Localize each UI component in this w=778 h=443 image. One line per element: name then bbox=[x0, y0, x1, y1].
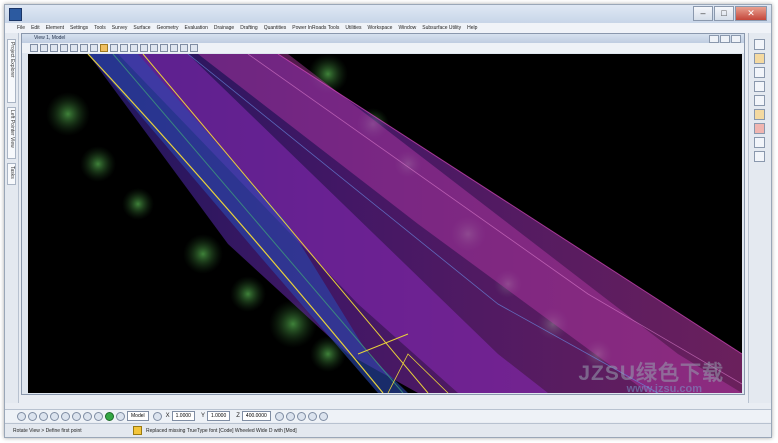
zoom-out-icon[interactable] bbox=[60, 44, 68, 52]
warning-icon[interactable] bbox=[133, 426, 142, 435]
view-maximize-button[interactable] bbox=[720, 35, 730, 43]
view-toolbar bbox=[22, 43, 744, 53]
menu-bar: File Edit Element Settings Tools Survey … bbox=[5, 23, 771, 33]
tab-tasks-label: Tasks bbox=[9, 166, 15, 179]
maximize-button[interactable]: □ bbox=[714, 6, 734, 21]
tab-left-pointer-view-label: Left Pointer View bbox=[9, 110, 15, 148]
display-style-icon[interactable] bbox=[150, 44, 158, 52]
app-icon[interactable] bbox=[9, 8, 22, 21]
place-text-icon[interactable] bbox=[754, 95, 765, 106]
title-bar: – □ ✕ bbox=[5, 5, 771, 23]
menu-surface[interactable]: Surface bbox=[133, 25, 150, 31]
close-button[interactable]: ✕ bbox=[735, 6, 767, 21]
clip-volume-icon[interactable] bbox=[140, 44, 148, 52]
menu-evaluation[interactable]: Evaluation bbox=[185, 25, 208, 31]
tab-tasks[interactable]: Tasks bbox=[7, 163, 16, 185]
accudraw-icon[interactable] bbox=[17, 411, 26, 421]
place-line-icon[interactable] bbox=[754, 53, 765, 64]
y-label: Y bbox=[200, 413, 205, 419]
zoom-in-icon[interactable] bbox=[50, 44, 58, 52]
menu-survey[interactable]: Survey bbox=[112, 25, 128, 31]
menu-help[interactable]: Help bbox=[467, 25, 477, 31]
x-label: X bbox=[165, 413, 170, 419]
z-coordinate-field[interactable]: 400.0000 bbox=[241, 411, 271, 421]
view-previous-icon[interactable] bbox=[110, 44, 118, 52]
draw-curve-icon[interactable] bbox=[296, 411, 306, 421]
delete-icon[interactable] bbox=[307, 411, 317, 421]
delete-element-icon[interactable] bbox=[754, 123, 765, 134]
redo-icon[interactable] bbox=[72, 411, 81, 421]
view-next-icon[interactable] bbox=[120, 44, 128, 52]
watermark-url: www.jzsu.com bbox=[626, 383, 702, 393]
window-area-icon[interactable] bbox=[70, 44, 78, 52]
menu-utilities[interactable]: Utilities bbox=[345, 25, 361, 31]
view-minimize-button[interactable] bbox=[709, 35, 719, 43]
menu-settings[interactable]: Settings bbox=[70, 25, 88, 31]
walk-icon[interactable] bbox=[170, 44, 178, 52]
draw-line-icon[interactable] bbox=[274, 411, 284, 421]
draw-arc-icon[interactable] bbox=[285, 411, 295, 421]
rotate-view-icon[interactable] bbox=[90, 44, 98, 52]
status-bar: Rotate View > Define first point Replace… bbox=[5, 423, 771, 437]
copy-view-icon[interactable] bbox=[130, 44, 138, 52]
camera-icon[interactable] bbox=[160, 44, 168, 52]
fence-icon[interactable] bbox=[83, 411, 92, 421]
app-window: – □ ✕ File Edit Element Settings Tools S… bbox=[4, 4, 772, 438]
view-rotation-icon[interactable] bbox=[180, 44, 188, 52]
right-dock bbox=[748, 33, 771, 403]
minimize-button[interactable]: – bbox=[693, 6, 713, 21]
z-label: Z bbox=[236, 413, 240, 419]
lock-icon[interactable] bbox=[50, 411, 59, 421]
view-window-controls bbox=[708, 35, 741, 43]
run-icon[interactable] bbox=[105, 411, 114, 421]
view-close-button[interactable] bbox=[731, 35, 741, 43]
tab-left-pointer-view[interactable]: Left Pointer View bbox=[7, 107, 16, 159]
status-prompt: Rotate View > Define first point bbox=[13, 427, 82, 434]
modify-element-icon[interactable] bbox=[754, 151, 765, 162]
pointer-icon[interactable] bbox=[94, 411, 103, 421]
window-controls: – □ ✕ bbox=[692, 6, 767, 21]
undo-icon[interactable] bbox=[61, 411, 70, 421]
tab-project-explorer-label: Project Explorer bbox=[9, 42, 15, 78]
y-coordinate-field[interactable]: 1.0000 bbox=[206, 411, 231, 421]
menu-power-inroads-tools[interactable]: Power InRoads Tools bbox=[292, 25, 339, 31]
render-icon[interactable] bbox=[190, 44, 198, 52]
element-selection-icon[interactable] bbox=[754, 39, 765, 50]
extend-icon[interactable] bbox=[318, 411, 328, 421]
menu-file[interactable]: File bbox=[17, 25, 25, 31]
menu-edit[interactable]: Edit bbox=[31, 25, 40, 31]
measure-icon[interactable] bbox=[754, 109, 765, 120]
view-title: View 1, Model bbox=[34, 35, 66, 41]
menu-quantities[interactable]: Quantities bbox=[264, 25, 287, 31]
point-cloud-render bbox=[28, 54, 742, 393]
pan-view-icon[interactable] bbox=[100, 44, 108, 52]
menu-tools[interactable]: Tools bbox=[94, 25, 106, 31]
menu-element[interactable]: Element bbox=[46, 25, 64, 31]
point-cloud-canvas[interactable]: JZSU绿色下载 www.jzsu.com bbox=[28, 54, 742, 393]
snap-icon[interactable] bbox=[28, 411, 37, 421]
level-select[interactable]: Model bbox=[127, 411, 149, 421]
view-title-bar: View 1, Model bbox=[22, 34, 744, 43]
menu-workspace[interactable]: Workspace bbox=[368, 25, 393, 31]
ruler-icon[interactable] bbox=[152, 411, 162, 421]
copy-element-icon[interactable] bbox=[754, 137, 765, 148]
tab-project-explorer[interactable]: Project Explorer bbox=[7, 39, 16, 103]
view-window: View 1, Model JZSU绿色下载 www.jzsu.com bbox=[21, 33, 745, 395]
menu-drafting[interactable]: Drafting bbox=[240, 25, 258, 31]
x-coordinate-field[interactable]: 1.0000 bbox=[171, 411, 195, 421]
update-view-icon[interactable] bbox=[40, 44, 48, 52]
bottom-toolbar: Model X 1.0000 Y 1.0000 Z 400.0000 bbox=[5, 409, 771, 422]
status-message: Replaced missing TrueType font [Code] Wh… bbox=[146, 427, 297, 434]
place-circle-icon[interactable] bbox=[754, 81, 765, 92]
tentative-snap-icon[interactable] bbox=[39, 411, 48, 421]
place-shape-icon[interactable] bbox=[754, 67, 765, 78]
view-attributes-icon[interactable] bbox=[30, 44, 38, 52]
level-icon[interactable] bbox=[116, 411, 125, 421]
fit-view-icon[interactable] bbox=[80, 44, 88, 52]
menu-window[interactable]: Window bbox=[398, 25, 416, 31]
menu-drainage[interactable]: Drainage bbox=[214, 25, 234, 31]
menu-geometry[interactable]: Geometry bbox=[157, 25, 179, 31]
left-dock: Project Explorer Left Pointer View Tasks bbox=[5, 33, 19, 403]
menu-subsurface-utility[interactable]: Subsurface Utility bbox=[422, 25, 461, 31]
